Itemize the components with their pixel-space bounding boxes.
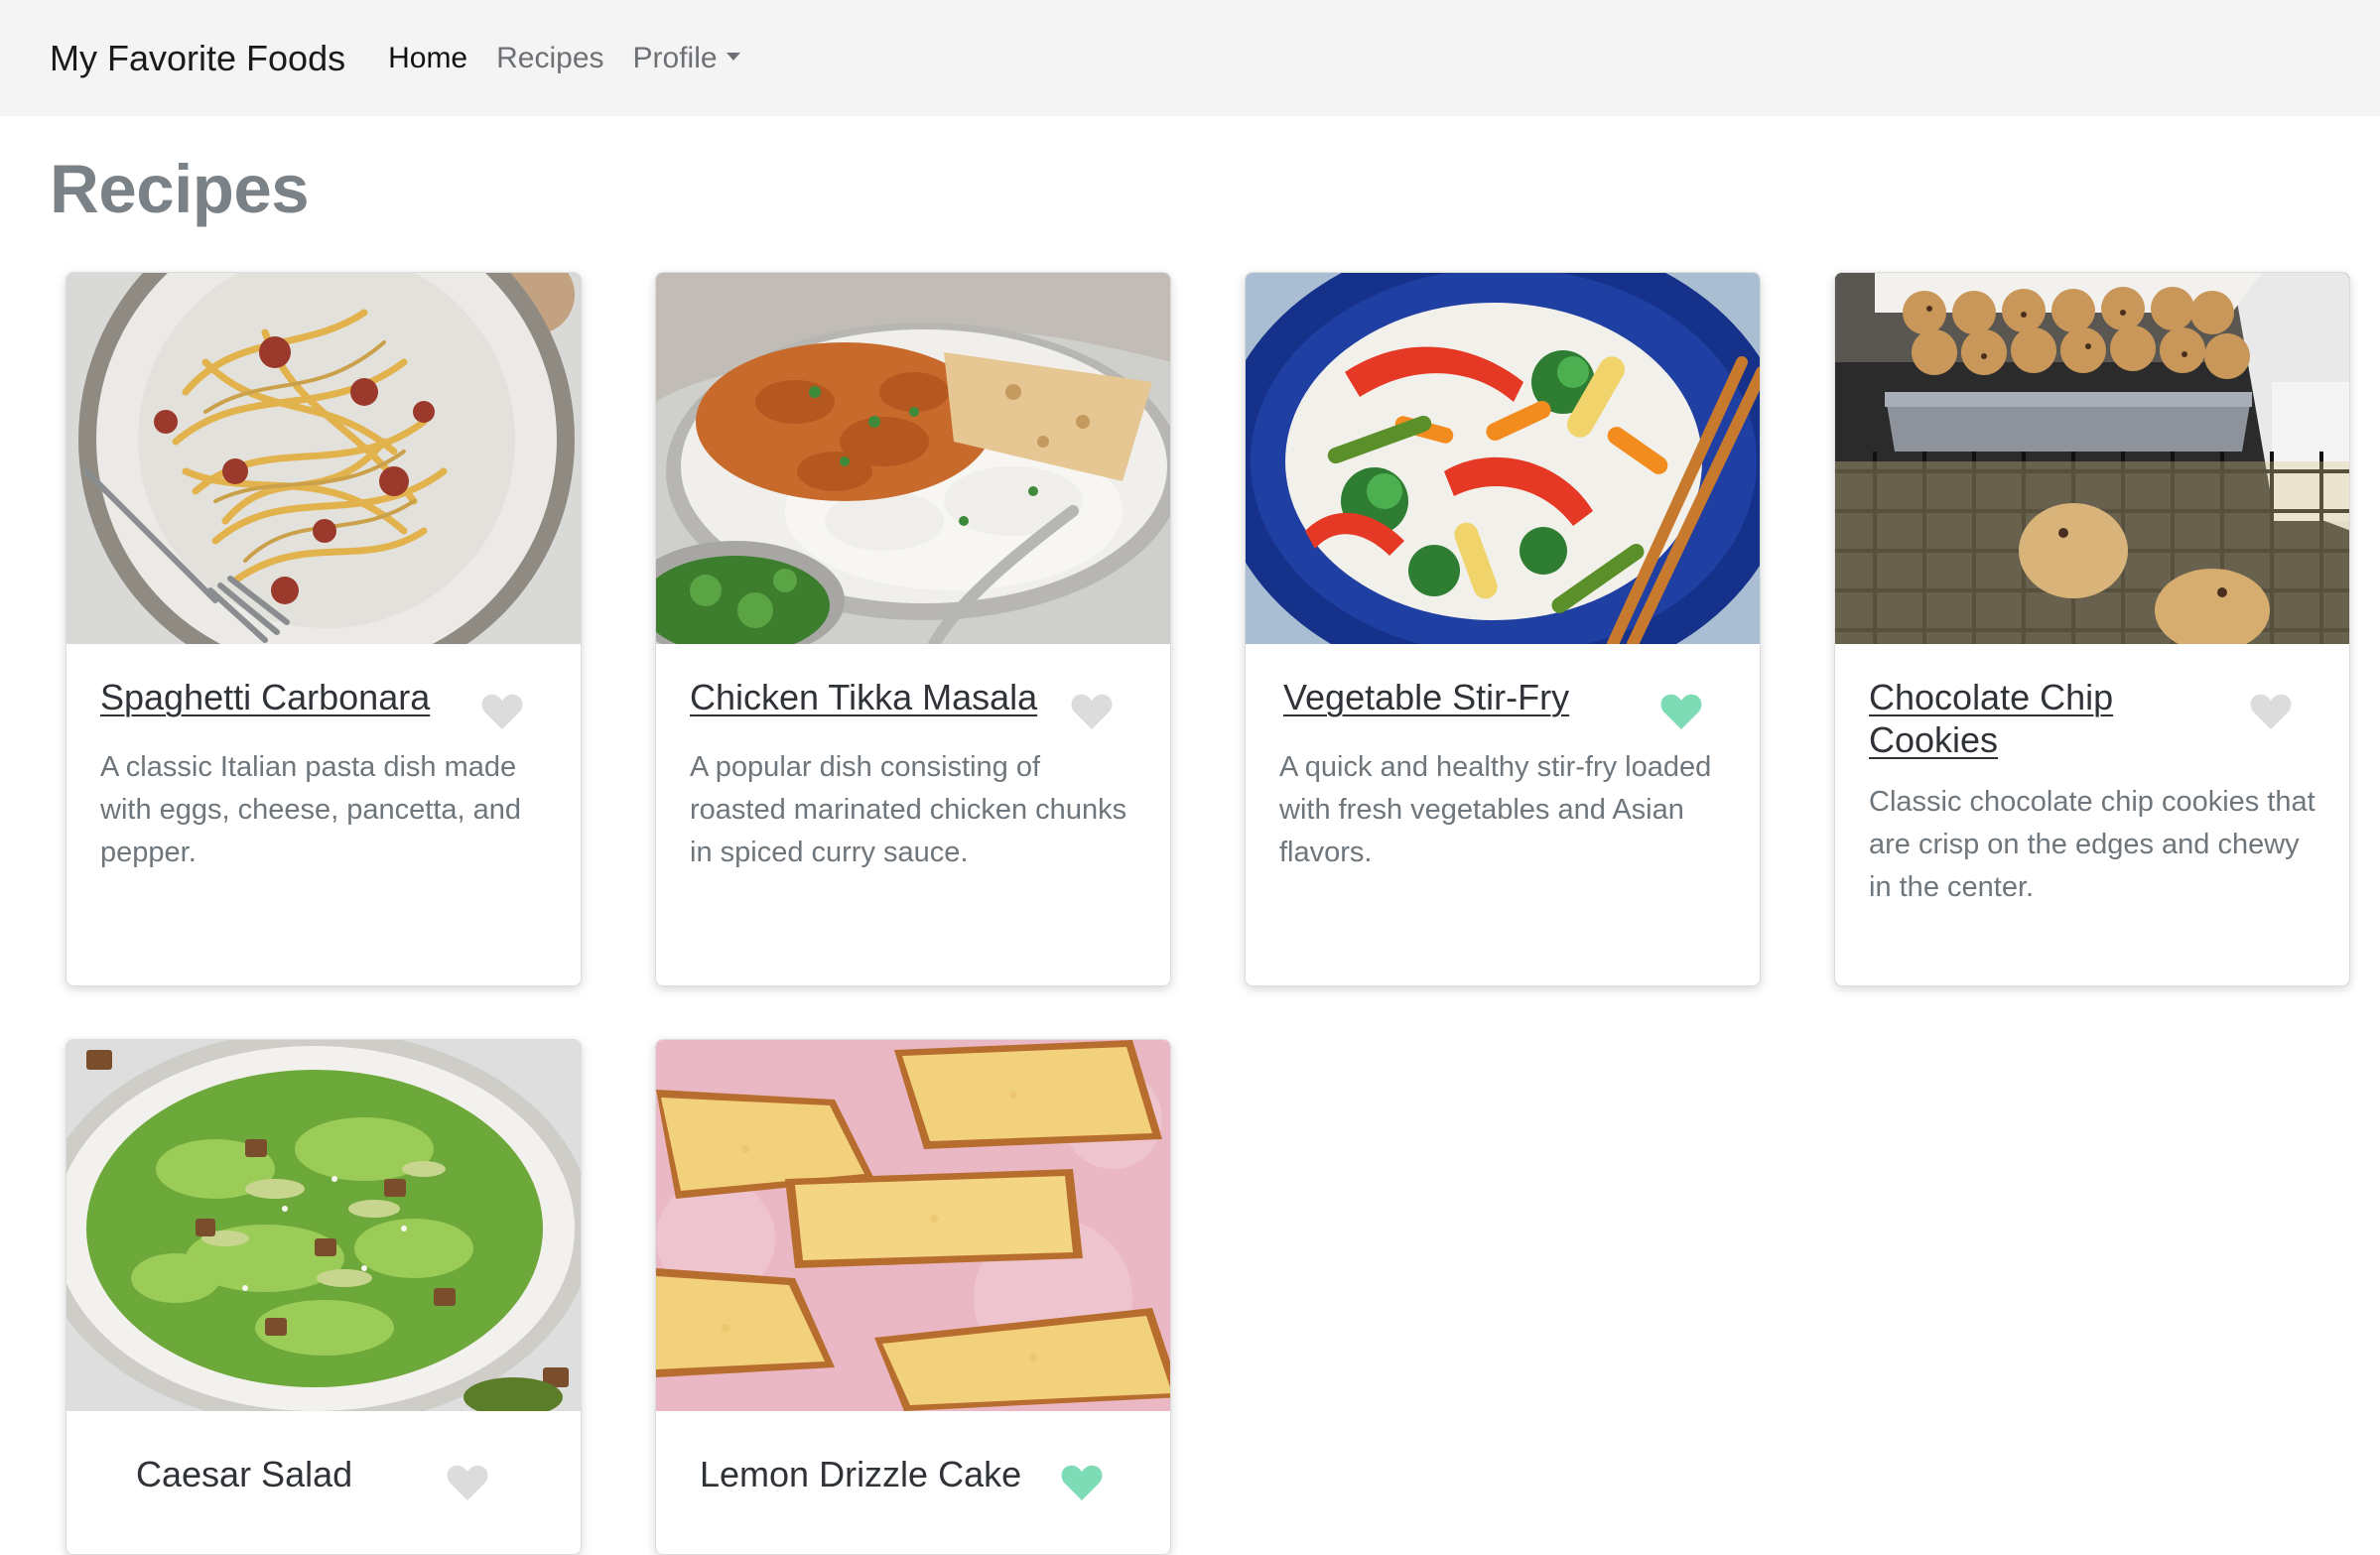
- caret-down-icon: [726, 52, 740, 61]
- heart-icon[interactable]: [1070, 692, 1114, 731]
- recipe-image[interactable]: [66, 1040, 581, 1411]
- recipe-description: A popular dish consisting of roasted mar…: [690, 751, 1127, 868]
- page-title: Recipes: [50, 151, 310, 227]
- nav-dropdown-profile-label: Profile: [632, 41, 718, 74]
- recipe-card: Spaghetti Carbonara A classic Italian pa…: [66, 272, 582, 986]
- recipe-title-link[interactable]: Lemon Drizzle Cake: [700, 1453, 1057, 1495]
- navbar-brand[interactable]: My Favorite Foods: [50, 38, 345, 79]
- recipe-card-body: Vegetable Stir-Fry A quick and healthy s…: [1246, 644, 1760, 874]
- top-navbar: My Favorite Foods Home Recipes Profile: [0, 0, 2380, 116]
- recipe-card-body: Chicken Tikka Masala A popular dish cons…: [656, 644, 1170, 874]
- recipe-card: Lemon Drizzle Cake: [655, 1039, 1171, 1555]
- recipe-image[interactable]: [1835, 273, 2349, 644]
- heart-icon[interactable]: [2249, 692, 2293, 731]
- recipe-description: A classic Italian pasta dish made with e…: [100, 751, 522, 868]
- heart-icon-favorited[interactable]: [1060, 1463, 1104, 1502]
- recipe-title-link[interactable]: Chocolate Chip Cookies: [1869, 676, 2226, 761]
- recipe-card-body: Chocolate Chip Cookies Classic chocolate…: [1835, 644, 2349, 909]
- recipe-card-body: Spaghetti Carbonara A classic Italian pa…: [66, 644, 581, 874]
- recipe-card: Vegetable Stir-Fry A quick and healthy s…: [1245, 272, 1761, 986]
- nav-link-home[interactable]: Home: [388, 42, 467, 75]
- recipe-title-link[interactable]: Vegetable Stir-Fry: [1283, 676, 1641, 718]
- heart-icon[interactable]: [446, 1463, 489, 1502]
- recipe-card: Chicken Tikka Masala A popular dish cons…: [655, 272, 1171, 986]
- recipe-image[interactable]: [656, 1040, 1170, 1411]
- recipe-card: Chocolate Chip Cookies Classic chocolate…: [1834, 272, 2350, 986]
- nav-dropdown-profile[interactable]: Profile: [633, 42, 740, 75]
- recipe-title-link[interactable]: Spaghetti Carbonara: [100, 676, 458, 718]
- heart-icon-favorited[interactable]: [1659, 692, 1703, 731]
- recipe-card-body: Lemon Drizzle Cake: [656, 1411, 1170, 1500]
- recipe-title-link[interactable]: Chicken Tikka Masala: [690, 676, 1047, 718]
- recipe-card-body: Caesar Salad: [66, 1411, 581, 1500]
- recipe-image[interactable]: [1246, 273, 1760, 644]
- recipe-card: Caesar Salad: [66, 1039, 582, 1555]
- recipe-description: A quick and healthy stir-fry loaded with…: [1279, 751, 1712, 868]
- recipe-image[interactable]: [66, 273, 581, 644]
- recipe-title-link[interactable]: Caesar Salad: [136, 1453, 493, 1495]
- nav-link-recipes[interactable]: Recipes: [496, 42, 603, 75]
- recipe-description: Classic chocolate chip cookies that are …: [1869, 786, 2315, 903]
- recipe-image[interactable]: [656, 273, 1170, 644]
- heart-icon[interactable]: [480, 692, 524, 731]
